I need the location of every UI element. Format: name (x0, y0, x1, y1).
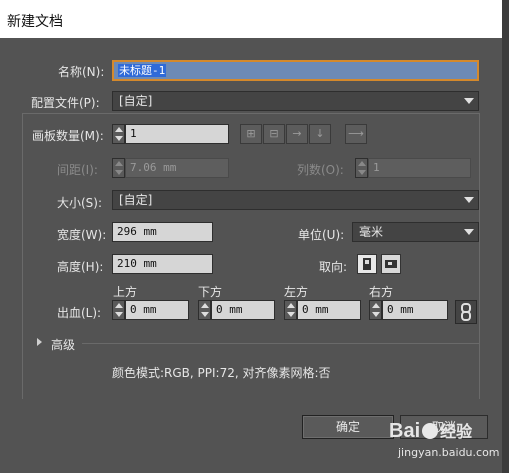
group-right-border (479, 113, 480, 399)
window-titlebar: 新建文档 (0, 0, 509, 38)
group-left-border (22, 113, 23, 399)
landscape-icon (385, 260, 397, 268)
columns-input[interactable]: 1 (368, 158, 471, 178)
arrange-by-column-icon[interactable]: ↓ (309, 124, 331, 144)
stepper-up-icon[interactable] (115, 303, 123, 308)
units-dropdown[interactable]: 毫米 (352, 222, 479, 242)
profile-label: 配置文件(P): (31, 96, 100, 110)
bleed-bottom-stepper[interactable] (198, 300, 211, 320)
stepper-up-icon[interactable] (287, 303, 295, 308)
columns-label: 列数(O): (297, 163, 344, 177)
bleed-bottom-input[interactable]: 0 mm (211, 300, 275, 320)
size-label: 大小(S): (57, 196, 103, 210)
stepper-down-icon[interactable] (201, 312, 209, 317)
portrait-icon (363, 258, 371, 270)
link-chain-icon (461, 303, 471, 321)
bleed-right-input[interactable]: 0 mm (382, 300, 448, 320)
bleed-label: 出血(L): (57, 306, 102, 320)
size-value: [自定] (119, 193, 153, 207)
name-label: 名称(N): (58, 65, 105, 79)
stepper-up-icon[interactable] (115, 127, 123, 132)
link-bleed-button[interactable] (455, 300, 477, 324)
size-dropdown[interactable]: [自定] (112, 190, 479, 210)
watermark-url: jingyan.baidu.com (398, 446, 500, 459)
stepper-down-icon[interactable] (358, 170, 366, 175)
artboards-stepper[interactable] (112, 124, 125, 144)
chevron-down-icon (464, 98, 474, 104)
bleed-bottom-label: 下方 (198, 285, 223, 299)
new-document-dialog: 名称(N): 未标题-1 配置文件(P): [自定] 画板数量(M): 1 ⊞ … (0, 38, 509, 473)
units-value: 毫米 (359, 225, 384, 239)
stepper-up-icon[interactable] (115, 161, 123, 166)
grid-by-column-icon[interactable]: ⊟ (263, 124, 285, 144)
grid-by-row-icon[interactable]: ⊞ (240, 124, 262, 144)
stepper-up-icon[interactable] (201, 303, 209, 308)
artboards-label: 画板数量(M): (32, 129, 104, 143)
bleed-left-input[interactable]: 0 mm (297, 300, 361, 320)
artboards-input[interactable]: 1 (125, 124, 229, 144)
bleed-top-label: 上方 (113, 285, 138, 299)
columns-stepper[interactable] (355, 158, 368, 178)
height-label: 高度(H): (57, 260, 104, 274)
stepper-down-icon[interactable] (115, 136, 123, 141)
portrait-button[interactable] (357, 254, 377, 274)
bleed-right-stepper[interactable] (369, 300, 382, 320)
window-title: 新建文档 (7, 14, 63, 30)
ok-button[interactable]: 确定 (302, 415, 394, 439)
watermark-brand2: 经验 (440, 424, 473, 441)
spacing-stepper[interactable] (112, 158, 125, 178)
bleed-top-stepper[interactable] (112, 300, 125, 320)
spacing-label: 间距(I): (57, 163, 98, 177)
stepper-up-icon[interactable] (358, 161, 366, 166)
disclosure-triangle-icon[interactable] (37, 338, 42, 346)
width-label: 宽度(W): (57, 228, 107, 242)
profile-value: [自定] (119, 94, 153, 108)
stepper-down-icon[interactable] (115, 170, 123, 175)
watermark-brand: Bai 经验 (389, 418, 472, 443)
units-label: 单位(U): (298, 228, 345, 242)
bleed-right-label: 右方 (369, 285, 394, 299)
arrange-by-row-icon[interactable]: → (286, 124, 308, 144)
bleed-left-label: 左方 (284, 285, 309, 299)
stepper-down-icon[interactable] (115, 312, 123, 317)
advanced-label[interactable]: 高级 (51, 336, 75, 353)
profile-dropdown[interactable]: [自定] (112, 91, 479, 111)
chevron-down-icon (464, 229, 474, 235)
stepper-down-icon[interactable] (287, 312, 295, 317)
bleed-left-stepper[interactable] (284, 300, 297, 320)
chevron-down-icon (464, 197, 474, 203)
profile-group-divider (22, 113, 480, 114)
landscape-button[interactable] (381, 254, 401, 274)
width-input[interactable]: 296 mm (112, 222, 213, 242)
summary-text: 颜色模式:RGB, PPI:72, 对齐像素网格:否 (112, 366, 331, 380)
name-input[interactable]: 未标题-1 (112, 60, 479, 81)
stepper-down-icon[interactable] (372, 312, 380, 317)
watermark-brand-text: Bai (389, 420, 421, 442)
height-input[interactable]: 210 mm (112, 254, 213, 274)
name-value: 未标题-1 (118, 64, 167, 77)
advanced-divider (82, 343, 480, 344)
orientation-label: 取向: (319, 260, 348, 274)
bleed-top-input[interactable]: 0 mm (125, 300, 189, 320)
spacing-input[interactable]: 7.06 mm (125, 158, 229, 178)
paw-icon (422, 423, 439, 439)
right-to-left-icon[interactable]: ⟶ (345, 124, 367, 144)
stepper-up-icon[interactable] (372, 303, 380, 308)
